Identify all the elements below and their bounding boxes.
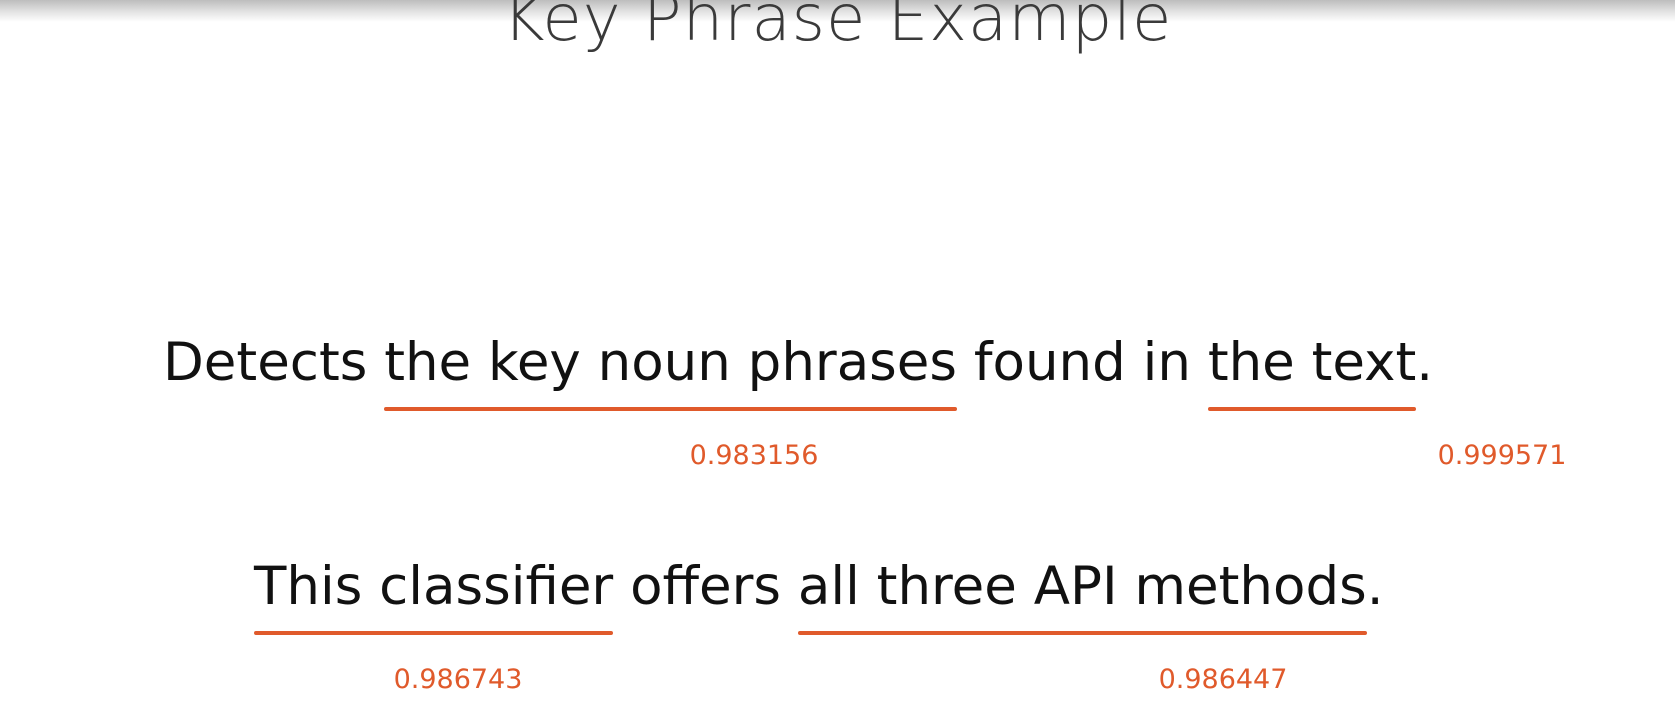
- sentence-1: Detects the key noun phrases found in th…: [163, 323, 1434, 411]
- key-phrase: the key noun phrases: [384, 323, 957, 411]
- key-phrase-score: 0.986743: [393, 664, 523, 695]
- sentence-text: found in: [957, 332, 1208, 393]
- sentence-text: .: [1416, 332, 1434, 393]
- key-phrase: the text: [1207, 323, 1417, 411]
- key-phrase-score: 0.983156: [689, 440, 819, 471]
- slide-title: Key Phrase Example: [502, 0, 1173, 56]
- sentence-text: offers: [613, 556, 798, 617]
- sentence-2: This classifier offers all three API met…: [254, 547, 1384, 635]
- key-phrase: all three API methods: [797, 547, 1367, 635]
- key-phrase-score: 0.999571: [1437, 440, 1567, 471]
- sentence-text: .: [1366, 556, 1384, 617]
- key-phrase: This classifier: [254, 547, 614, 635]
- sentence-text: Detects: [163, 332, 385, 393]
- key-phrase-score: 0.986447: [1158, 664, 1288, 695]
